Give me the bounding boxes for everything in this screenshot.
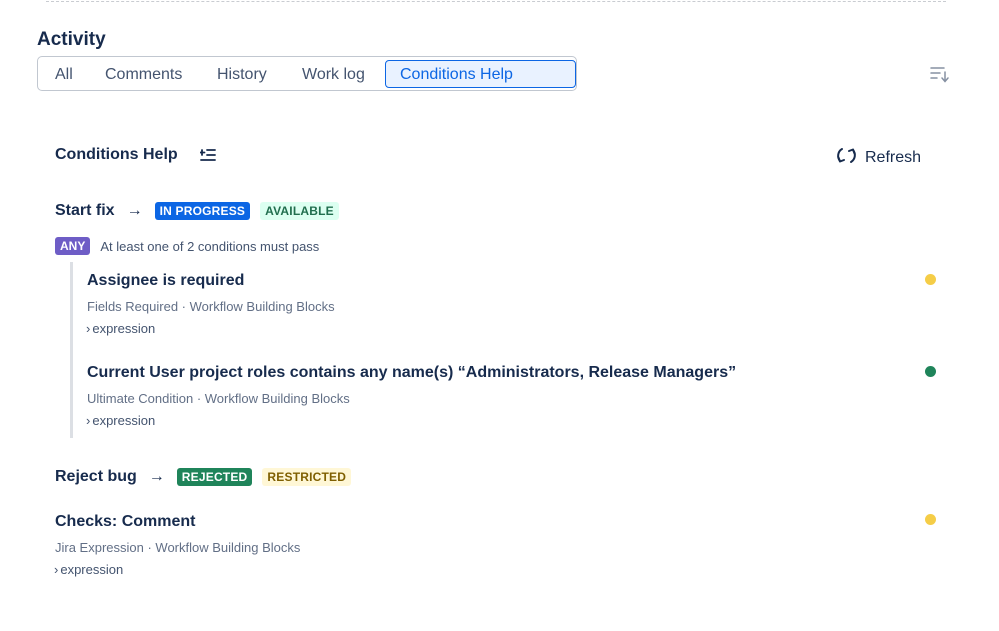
activity-tabs: All Comments History Work log Conditions… [37,56,577,91]
activity-heading: Activity [37,29,106,50]
condition-status-dot [925,514,936,525]
expression-toggle[interactable]: › expression [54,562,123,577]
expression-label: expression [60,562,124,577]
list-indent-icon[interactable] [199,148,217,167]
arrow-right-icon: → [126,202,143,219]
availability-lozenge: AVAILABLE [260,202,339,220]
expression-toggle[interactable]: › expression [86,321,155,336]
condition-meta: Fields Required · Workflow Building Bloc… [87,299,335,314]
tab-history[interactable]: History [217,66,267,84]
expression-toggle[interactable]: › expression [86,413,155,428]
transition-name: Start fix [55,202,115,219]
arrow-right-icon: → [148,468,165,485]
expression-label: expression [92,321,156,336]
refresh-button[interactable]: Refresh [836,145,921,171]
refresh-label: Refresh [865,149,922,166]
status-lozenge: IN PROGRESS [154,202,251,220]
condition-title: Checks: Comment [55,513,196,530]
condition-meta: Ultimate Condition · Workflow Building B… [87,391,350,406]
condition-title: Assignee is required [87,272,245,289]
transition-name: Reject bug [55,468,137,485]
status-lozenge: REJECTED [176,468,253,486]
condition-status-dot [925,274,936,285]
condition-mode-text: At least one of 2 conditions must pass [100,238,320,254]
tab-work-log[interactable]: Work log [302,66,365,84]
tab-conditions-help[interactable]: Conditions Help [385,60,576,88]
transition-reject-bug: Reject bug → REJECTED RESTRICTED [55,468,352,486]
any-badge: ANY [55,237,91,255]
refresh-icon [836,145,857,171]
chevron-right-icon: › [86,413,91,428]
availability-lozenge: RESTRICTED [262,468,352,486]
tab-comments[interactable]: Comments [105,66,182,84]
condition-title: Current User project roles contains any … [87,364,737,381]
condition-meta: Jira Expression · Workflow Building Bloc… [55,540,301,555]
tab-all[interactable]: All [55,66,73,84]
expression-label: expression [92,413,156,428]
condition-mode: ANY At least one of 2 conditions must pa… [55,237,319,255]
condition-group-line [70,262,73,438]
sort-icon[interactable] [930,66,950,89]
chevron-right-icon: › [86,321,91,336]
transition-start-fix: Start fix → IN PROGRESS AVAILABLE [55,202,339,220]
chevron-right-icon: › [54,562,59,577]
condition-status-dot [925,366,936,377]
top-divider [46,0,946,2]
panel-title: Conditions Help [55,146,178,163]
